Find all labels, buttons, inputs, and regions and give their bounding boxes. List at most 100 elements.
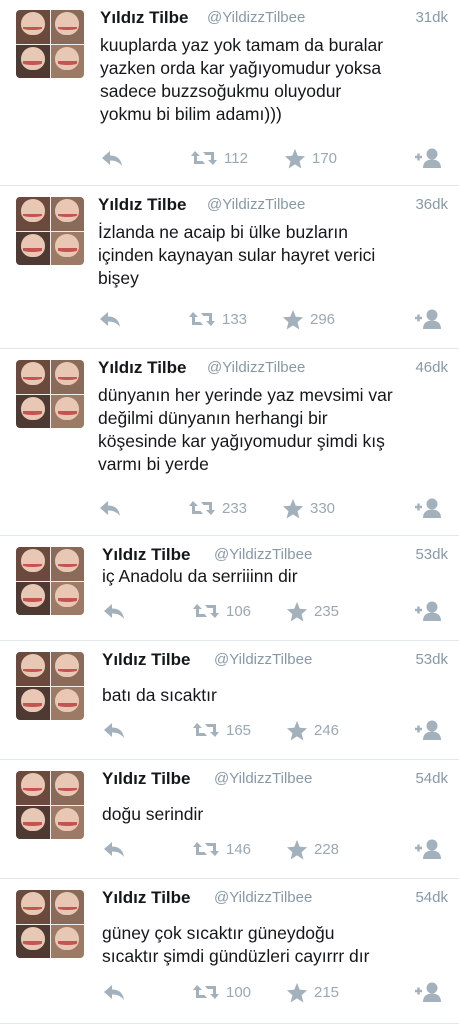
author-name[interactable]: Yıldız Tilbe <box>100 8 188 28</box>
star-icon <box>282 498 304 519</box>
follow-button[interactable] <box>412 837 442 861</box>
favorite-button[interactable]: 170 <box>284 146 337 170</box>
tweet-timestamp[interactable]: 54dk <box>415 889 448 906</box>
author-name[interactable]: Yıldız Tilbe <box>102 888 190 908</box>
favorite-count: 235 <box>314 602 340 620</box>
tweet-timestamp[interactable]: 36dk <box>415 196 448 213</box>
avatar-photo-tile <box>50 547 84 581</box>
reply-button[interactable] <box>102 718 126 742</box>
avatar[interactable] <box>16 771 84 839</box>
tweet-actions: 146 228 <box>0 837 459 861</box>
avatar-photo-tile <box>16 805 50 839</box>
author-name[interactable]: Yıldız Tilbe <box>102 545 190 565</box>
reply-button[interactable] <box>98 307 122 331</box>
author-handle[interactable]: @YildizzTilbee <box>214 651 312 668</box>
reply-icon <box>98 498 122 518</box>
follow-button[interactable] <box>412 146 442 170</box>
avatar[interactable] <box>16 890 84 958</box>
avatar-photo-tile <box>50 652 84 686</box>
favorite-button[interactable]: 235 <box>286 599 339 623</box>
author-name[interactable]: Yıldız Tilbe <box>98 195 186 215</box>
avatar[interactable] <box>16 360 84 428</box>
author-handle[interactable]: @YildizzTilbee <box>214 546 312 563</box>
avatar[interactable] <box>16 197 84 265</box>
favorite-button[interactable]: 296 <box>282 307 335 331</box>
retweet-button[interactable]: 112 <box>190 146 248 170</box>
avatar-photo-tile <box>50 394 84 428</box>
follow-icon <box>412 719 442 741</box>
favorite-button[interactable]: 330 <box>282 496 335 520</box>
retweet-button[interactable]: 233 <box>188 496 247 520</box>
retweet-button[interactable]: 133 <box>188 307 247 331</box>
retweet-icon <box>192 839 220 859</box>
author-handle[interactable]: @YildizzTilbee <box>207 359 305 376</box>
reply-button[interactable] <box>98 496 122 520</box>
favorite-button[interactable]: 215 <box>286 980 339 1004</box>
tweet-timestamp[interactable]: 54dk <box>415 770 448 787</box>
favorite-count: 215 <box>314 983 340 1001</box>
follow-button[interactable] <box>412 496 442 520</box>
author-name[interactable]: Yıldız Tilbe <box>102 769 190 789</box>
reply-button[interactable] <box>100 146 124 170</box>
avatar-photo-tile <box>50 924 84 958</box>
favorite-count: 170 <box>312 149 338 167</box>
tweet[interactable]: Yıldız Tilbe @YildizzTilbee 54dk doğu serin… <box>0 761 459 879</box>
tweet-timestamp[interactable]: 46dk <box>415 359 448 376</box>
tweet[interactable]: Yıldız Tilbe @YildizzTilbee 54dk güney çok … <box>0 880 459 1024</box>
retweet-icon <box>190 148 218 168</box>
author-handle[interactable]: @YildizzTilbee <box>207 9 305 26</box>
retweet-count: 100 <box>226 983 252 1001</box>
retweet-count: 133 <box>222 310 248 328</box>
avatar-photo-tile <box>16 686 50 720</box>
retweet-count: 146 <box>226 840 252 858</box>
tweet[interactable]: Yıldız Tilbe @YildizzTilbee 53dk iç Anadolu… <box>0 537 459 641</box>
retweet-button[interactable]: 100 <box>192 980 251 1004</box>
tweet-timestamp[interactable]: 31dk <box>415 9 448 26</box>
tweet-actions: 233 330 <box>0 496 459 520</box>
retweet-button[interactable]: 146 <box>192 837 251 861</box>
tweet-timestamp[interactable]: 53dk <box>415 651 448 668</box>
follow-button[interactable] <box>412 599 442 623</box>
author-handle[interactable]: @YildizzTilbee <box>214 770 312 787</box>
avatar-photo-tile <box>50 10 84 44</box>
star-icon <box>282 309 304 330</box>
tweet-actions: 165 246 <box>0 718 459 742</box>
follow-button[interactable] <box>412 307 442 331</box>
author-name[interactable]: Yıldız Tilbe <box>102 650 190 670</box>
avatar[interactable] <box>16 10 84 78</box>
retweet-button[interactable]: 106 <box>192 599 251 623</box>
reply-button[interactable] <box>102 837 126 861</box>
tweet-timestamp[interactable]: 53dk <box>415 546 448 563</box>
author-name[interactable]: Yıldız Tilbe <box>98 358 186 378</box>
tweet[interactable]: Yıldız Tilbe @YildizzTilbee 46dk dünyanın h… <box>0 350 459 536</box>
tweet[interactable]: Yıldız Tilbe @YildizzTilbee 53dk batı da sı… <box>0 642 459 760</box>
star-icon <box>286 601 308 622</box>
avatar-photo-tile <box>50 231 84 265</box>
tweet[interactable]: Yıldız Tilbe @YildizzTilbee 31dk kuuplarda … <box>0 0 459 186</box>
tweet-text: iç Anadolu da serriiinn dir <box>102 566 298 586</box>
tweet-text: batı da sıcaktır <box>102 685 217 705</box>
author-handle[interactable]: @YildizzTilbee <box>207 196 305 213</box>
avatar[interactable] <box>16 652 84 720</box>
author-handle[interactable]: @YildizzTilbee <box>214 889 312 906</box>
follow-icon <box>412 600 442 622</box>
avatar-photo-tile <box>16 924 50 958</box>
follow-icon <box>412 497 442 519</box>
follow-icon <box>412 981 442 1003</box>
reply-button[interactable] <box>102 599 126 623</box>
retweet-button[interactable]: 165 <box>192 718 251 742</box>
tweet-text: doğu serindir <box>102 804 204 824</box>
reply-icon <box>102 720 126 740</box>
favorite-button[interactable]: 228 <box>286 837 339 861</box>
favorite-button[interactable]: 246 <box>286 718 339 742</box>
follow-button[interactable] <box>412 718 442 742</box>
avatar-photo-tile <box>16 10 50 44</box>
follow-button[interactable] <box>412 980 442 1004</box>
reply-button[interactable] <box>102 980 126 1004</box>
star-icon <box>286 982 308 1003</box>
tweet-text: kuuplarda yaz yok tamam da buralar yazke… <box>100 35 384 124</box>
avatar-photo-tile <box>50 890 84 924</box>
favorite-count: 330 <box>310 499 336 517</box>
retweet-icon <box>192 720 220 740</box>
tweet[interactable]: Yıldız Tilbe @YildizzTilbee 36dk İzlanda ne… <box>0 187 459 349</box>
